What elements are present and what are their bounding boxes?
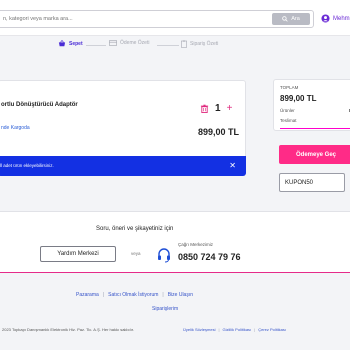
user-menu[interactable]: Mehm xyxy=(321,14,350,23)
search-button[interactable]: Ara xyxy=(272,13,310,25)
link-separator: | xyxy=(254,327,256,332)
coupon-input[interactable]: KUPON50 xyxy=(279,173,345,192)
footer: Pazarama | Satıcı Olmak İstiyorum | Bize… xyxy=(0,274,350,350)
search-icon xyxy=(282,16,288,22)
quantity-value: 1 xyxy=(215,103,221,114)
plus-icon[interactable]: + xyxy=(227,103,233,114)
footer-link-contact[interactable]: Bize Ulaşın xyxy=(168,292,193,298)
summary-row-products: Ürünler 89 xyxy=(280,108,350,113)
delivery-info: nde Kargoda xyxy=(1,125,30,131)
feedback-section: Soru, öneri ve şikayetiniz için Yardım M… xyxy=(0,211,350,273)
clipboard-icon xyxy=(181,40,187,48)
copyright-text: 2023 Topkapı Danışmanlık Elektronik Hiz.… xyxy=(2,327,134,332)
step-summary-label: Sipariş Özeti xyxy=(190,41,219,47)
summary-row-label: Teslimat xyxy=(280,118,297,123)
item-price: 899,00 TL xyxy=(197,127,239,137)
total-value: 899,00 TL xyxy=(280,94,317,103)
legal-link-privacy[interactable]: Gizlilik Politikası xyxy=(223,327,252,332)
quantity-stepper: 1 + xyxy=(200,103,232,114)
call-center-label: Çağrı Merkezimiz xyxy=(178,242,214,247)
search-button-label: Ara xyxy=(291,16,300,22)
call-center-number[interactable]: 0850 724 79 76 xyxy=(178,252,241,262)
banner-text: ll adet ürün ekleyebilirsiniz. xyxy=(0,163,54,168)
step-divider xyxy=(157,45,179,46)
feedback-title: Soru, öneri ve şikayetiniz için xyxy=(96,226,174,232)
summary-row-label: Ürünler xyxy=(280,108,295,113)
step-divider xyxy=(86,45,106,46)
footer-link-orders[interactable]: Siparişlerim xyxy=(152,306,178,312)
user-icon xyxy=(321,14,330,23)
checkout-button[interactable]: Ödemeye Geç xyxy=(279,145,350,164)
step-cart-label: Sepet xyxy=(69,40,83,47)
order-summary: TOPLAM 899,00 TL Ürünler 89 Teslimat xyxy=(273,79,350,131)
search-input[interactable] xyxy=(3,11,258,27)
link-separator: | xyxy=(218,327,220,332)
headset-icon xyxy=(158,248,170,263)
link-separator: | xyxy=(162,292,164,298)
total-label: TOPLAM xyxy=(280,85,299,90)
search-box[interactable]: Ara xyxy=(0,10,314,28)
product-name[interactable]: ortlu Dönüştürücü Adaptör xyxy=(1,102,78,108)
basket-icon xyxy=(58,40,66,47)
step-summary: Sipariş Özeti xyxy=(181,40,218,48)
summary-row-shipping: Teslimat xyxy=(280,118,350,123)
user-name: Mehm xyxy=(333,15,350,22)
footer-link-pazarama[interactable]: Pazarama xyxy=(76,292,99,298)
link-separator: | xyxy=(102,292,105,298)
top-header: Ara Mehm xyxy=(0,0,350,36)
legal-link-membership[interactable]: Üyelik Sözleşmesi xyxy=(183,327,215,332)
trash-icon[interactable] xyxy=(200,104,209,113)
summary-divider xyxy=(280,128,350,129)
info-banner: ll adet ürün ekleyebilirsiniz. ✕ xyxy=(0,156,246,176)
legal-links: Üyelik Sözleşmesi | Gizlilik Politikası … xyxy=(183,327,286,332)
close-icon[interactable]: ✕ xyxy=(229,161,236,170)
card-icon xyxy=(109,40,117,46)
step-payment: Ödeme Özeti xyxy=(109,40,149,46)
step-payment-label: Ödeme Özeti xyxy=(120,40,150,46)
help-center-button[interactable]: Yardım Merkezi xyxy=(40,246,116,262)
footer-links: Pazarama | Satıcı Olmak İstiyorum | Bize… xyxy=(76,292,193,298)
or-separator: veya xyxy=(131,251,141,256)
legal-link-cookies[interactable]: Çerez Politikası xyxy=(258,327,286,332)
step-cart: Sepet xyxy=(58,40,83,47)
footer-link-become-seller[interactable]: Satıcı Olmak İstiyorum xyxy=(108,292,158,298)
